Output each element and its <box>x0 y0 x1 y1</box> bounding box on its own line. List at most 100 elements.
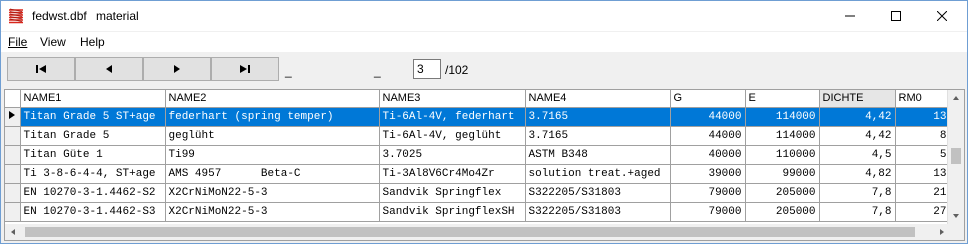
table-cell[interactable]: 110000 <box>745 145 820 165</box>
current-row-indicator-icon <box>5 107 21 127</box>
prev-record-icon <box>106 65 112 73</box>
last-record-icon <box>240 65 250 73</box>
menu-help[interactable]: Help <box>80 35 105 49</box>
table-cell[interactable]: X2CrNiMoN22-5-3 <box>165 202 380 222</box>
scroll-up-icon[interactable] <box>948 90 964 106</box>
nav-separator-2: _ <box>374 64 381 78</box>
table-cell[interactable]: 205000 <box>745 183 820 203</box>
table-cell[interactable]: 13 <box>895 107 951 127</box>
vertical-scroll-thumb[interactable] <box>951 148 961 164</box>
table-cell[interactable]: Titan Grade 5 ST+age <box>20 107 166 127</box>
table-cell[interactable]: 4,42 <box>819 126 896 146</box>
data-grid[interactable]: NAME1 NAME2 NAME3 NAME4 G E DICHTE RM0 T… <box>4 89 965 241</box>
column-header-e[interactable]: E <box>745 90 820 108</box>
table-cell[interactable]: 44000 <box>670 126 746 146</box>
column-header-name4[interactable]: NAME4 <box>525 90 671 108</box>
table-cell[interactable]: 40000 <box>670 145 746 165</box>
table-cell[interactable]: federhart (spring temper) <box>165 107 380 127</box>
table-cell[interactable]: 44000 <box>670 107 746 127</box>
table-cell[interactable]: geglüht <box>165 126 380 146</box>
minimize-button[interactable] <box>827 1 873 31</box>
table-cell[interactable]: 8 <box>895 126 951 146</box>
prev-record-button[interactable] <box>75 57 143 81</box>
next-record-icon <box>174 65 180 73</box>
records-table: NAME1 NAME2 NAME3 NAME4 G E DICHTE RM0 T… <box>5 90 951 222</box>
table-row[interactable]: Ti 3-8-6-4-4, ST+age AMS 4957 Beta-C Ti-… <box>5 164 951 184</box>
table-cell[interactable]: 79000 <box>670 202 746 222</box>
table-row[interactable]: EN 10270-3-1.4462-S3 X2CrNiMoN22-5-3 San… <box>5 202 951 222</box>
menu-view[interactable]: View <box>40 35 66 49</box>
horizontal-scroll-thumb[interactable] <box>25 227 915 237</box>
row-indicator[interactable] <box>5 145 21 165</box>
vertical-scrollbar[interactable] <box>947 90 964 224</box>
menu-file[interactable]: File <box>8 35 27 49</box>
table-cell[interactable]: Titan Grade 5 <box>20 126 166 146</box>
page-number-input[interactable] <box>413 59 441 79</box>
scroll-down-icon[interactable] <box>948 208 964 224</box>
table-cell[interactable]: EN 10270-3-1.4462-S2 <box>20 183 166 203</box>
menu-bar: File View Help <box>1 32 967 52</box>
table-row-selected[interactable]: Titan Grade 5 ST+age federhart (spring t… <box>5 107 951 127</box>
row-indicator[interactable] <box>5 126 21 146</box>
column-header-dichte[interactable]: DICHTE <box>819 90 896 108</box>
table-cell[interactable]: 39000 <box>670 164 746 184</box>
row-indicator[interactable] <box>5 183 21 203</box>
table-cell[interactable]: Ti99 <box>165 145 380 165</box>
table-cell[interactable]: 4,82 <box>819 164 896 184</box>
table-cell[interactable]: 205000 <box>745 202 820 222</box>
maximize-icon <box>891 11 901 21</box>
next-record-button[interactable] <box>143 57 211 81</box>
table-cell[interactable]: 3.7165 <box>525 126 671 146</box>
table-cell[interactable]: 79000 <box>670 183 746 203</box>
maximize-button[interactable] <box>873 1 919 31</box>
table-cell[interactable]: Sandvik Springflex <box>379 183 526 203</box>
table-cell[interactable]: 5 <box>895 145 951 165</box>
table-cell[interactable]: S322205/S31803 <box>525 202 671 222</box>
table-cell[interactable]: 13 <box>895 164 951 184</box>
table-cell[interactable]: ASTM B348 <box>525 145 671 165</box>
table-cell[interactable]: EN 10270-3-1.4462-S3 <box>20 202 166 222</box>
table-cell[interactable]: 3.7025 <box>379 145 526 165</box>
table-cell[interactable]: Ti-6Al-4V, geglüht <box>379 126 526 146</box>
scroll-left-icon[interactable] <box>5 224 21 240</box>
column-header-g[interactable]: G <box>670 90 746 108</box>
table-cell[interactable]: solution treat.+aged <box>525 164 671 184</box>
table-cell[interactable]: 27 <box>895 202 951 222</box>
first-record-button[interactable] <box>7 57 75 81</box>
table-cell[interactable]: 21 <box>895 183 951 203</box>
table-cell[interactable]: Sandvik SpringflexSH <box>379 202 526 222</box>
table-cell[interactable]: 4,42 <box>819 107 896 127</box>
close-button[interactable] <box>919 1 965 31</box>
horizontal-scrollbar[interactable] <box>5 224 950 240</box>
table-row[interactable]: Titan Güte 1 Ti99 3.7025 ASTM B348 40000… <box>5 145 951 165</box>
row-indicator[interactable] <box>5 202 21 222</box>
nav-separator-1: _ <box>285 64 292 78</box>
table-cell[interactable]: 114000 <box>745 126 820 146</box>
row-indicator[interactable] <box>5 164 21 184</box>
table-cell[interactable]: Ti 3-8-6-4-4, ST+age <box>20 164 166 184</box>
table-cell[interactable]: 4,5 <box>819 145 896 165</box>
table-cell[interactable]: 7,8 <box>819 183 896 203</box>
table-cell[interactable]: X2CrNiMoN22-5-3 <box>165 183 380 203</box>
column-header-name3[interactable]: NAME3 <box>379 90 526 108</box>
table-cell[interactable]: Ti-3Al8V6Cr4Mo4Zr <box>379 164 526 184</box>
column-header-name2[interactable]: NAME2 <box>165 90 380 108</box>
header-row: NAME1 NAME2 NAME3 NAME4 G E DICHTE RM0 <box>5 90 951 108</box>
menu-file-label: File <box>8 35 28 49</box>
table-cell[interactable]: 3.7165 <box>525 107 671 127</box>
table-cell[interactable]: S322205/S31803 <box>525 183 671 203</box>
table-cell[interactable]: 114000 <box>745 107 820 127</box>
table-row[interactable]: Titan Grade 5 geglüht Ti-6Al-4V, geglüht… <box>5 126 951 146</box>
last-record-button[interactable] <box>211 57 279 81</box>
table-cell[interactable]: 99000 <box>745 164 820 184</box>
close-icon <box>937 11 947 21</box>
column-header-name1[interactable]: NAME1 <box>20 90 166 108</box>
table-row[interactable]: EN 10270-3-1.4462-S2 X2CrNiMoN22-5-3 San… <box>5 183 951 203</box>
title-bar[interactable]: fedwst.dbf material <box>1 1 967 31</box>
column-header-rm0[interactable]: RM0 <box>895 90 951 108</box>
table-cell[interactable]: AMS 4957 Beta-C <box>165 164 380 184</box>
table-cell[interactable]: Titan Güte 1 <box>20 145 166 165</box>
table-cell[interactable]: Ti-6Al-4V, federhart <box>379 107 526 127</box>
first-record-icon <box>36 65 46 73</box>
table-cell[interactable]: 7,8 <box>819 202 896 222</box>
